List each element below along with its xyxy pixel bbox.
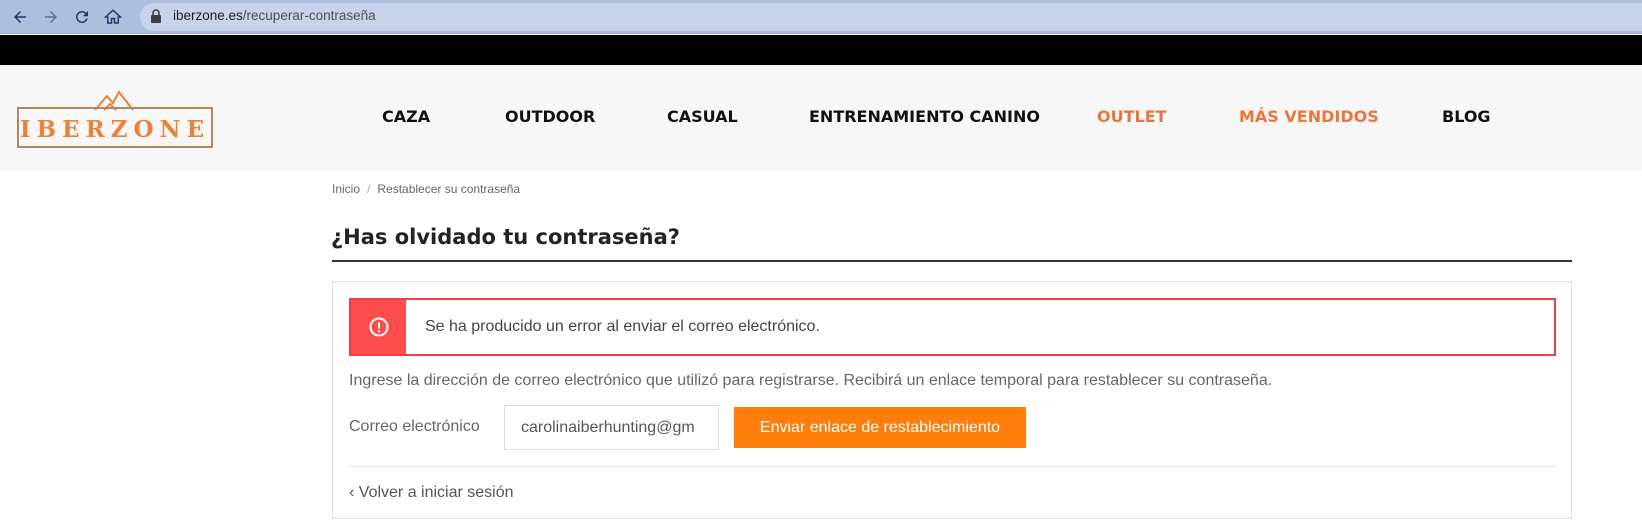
home-icon[interactable] — [101, 5, 125, 29]
nav-item-outlet[interactable]: OUTLET — [1097, 107, 1167, 126]
nav-item-blog[interactable]: BLOG — [1442, 107, 1491, 126]
url-host: iberzone.es — [173, 8, 243, 23]
breadcrumb-home-link[interactable]: Inicio — [332, 182, 360, 196]
alert-icon-box — [351, 300, 406, 354]
email-label: Correo electrónico — [349, 418, 480, 435]
lock-icon — [151, 9, 161, 23]
reload-icon[interactable] — [70, 5, 94, 29]
error-alert: Se ha producido un error al enviar el co… — [349, 298, 1556, 356]
title-divider — [332, 260, 1572, 262]
breadcrumb-current: Restablecer su contraseña — [377, 182, 521, 196]
breadcrumb: Inicio / Restablecer su contraseña — [332, 182, 520, 196]
nav-item-entrenamiento-canino[interactable]: ENTRENAMIENTO CANINO — [809, 107, 1040, 126]
back-arrow-icon[interactable] — [8, 5, 32, 29]
page-title: ¿Has olvidado tu contraseña? — [331, 225, 680, 249]
back-to-login-link[interactable]: ‹ Volver a iniciar sesión — [349, 484, 514, 502]
alert-message: Se ha producido un error al enviar el co… — [425, 318, 820, 335]
instructions-text: Ingrese la dirección de correo electróni… — [349, 372, 1273, 389]
nav-item-outdoor[interactable]: OUTDOOR — [505, 107, 595, 126]
nav-item-caza[interactable]: CAZA — [382, 107, 430, 126]
browser-toolbar: iberzone.es/recuperar-contraseña — [0, 0, 1642, 34]
top-black-strip — [0, 35, 1642, 65]
nav-item-casual[interactable]: CASUAL — [667, 107, 738, 126]
nav-item-mas-vendidos[interactable]: MÁS VENDIDOS — [1239, 107, 1379, 126]
main-nav: CAZA OUTDOOR CASUAL ENTRENAMIENTO CANINO… — [0, 65, 1642, 168]
card-divider — [349, 466, 1556, 467]
site-header: IBERZONE CAZA OUTDOOR CASUAL ENTRENAMIEN… — [0, 65, 1642, 168]
password-reset-card: Se ha producido un error al enviar el co… — [332, 281, 1572, 519]
url-path: /recuperar-contraseña — [242, 8, 376, 23]
alert-circle-icon — [369, 317, 388, 337]
url-text[interactable]: iberzone.es/recuperar-contraseña — [173, 8, 376, 23]
send-reset-link-button[interactable]: Enviar enlace de restablecimiento — [734, 407, 1026, 448]
email-field[interactable] — [504, 405, 719, 450]
forward-arrow-icon[interactable] — [39, 5, 63, 29]
breadcrumb-separator: / — [367, 182, 371, 196]
